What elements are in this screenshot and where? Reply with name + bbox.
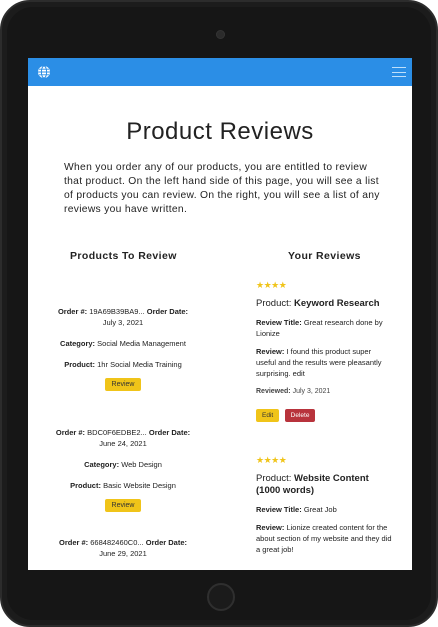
category-value: Social Media Management	[97, 339, 186, 348]
screen: Product Reviews When you order any of ou…	[28, 58, 412, 570]
order-number: 19A69B39BA9...	[89, 307, 145, 316]
camera-icon	[216, 30, 225, 39]
review-title-label: Review Title:	[256, 318, 302, 327]
order-number-label: Order #:	[55, 428, 86, 437]
star-rating: ★★★★	[256, 455, 287, 465]
navbar	[28, 58, 412, 86]
order-number-label: Order #:	[58, 538, 89, 547]
edit-button[interactable]: Edit	[256, 409, 280, 422]
product-label: Product:	[70, 481, 101, 490]
order-card: Order #: 19A69B39BA9... Order Date: July…	[48, 306, 198, 391]
product-label: Product:	[64, 360, 96, 369]
review-title-label: Review Title:	[256, 505, 302, 514]
order-date: June 29, 2021	[99, 549, 147, 558]
review-body-label: Review:	[256, 347, 285, 356]
order-number: BDC0F6EDBE2...	[87, 428, 147, 437]
order-number-label: Order #:	[57, 307, 88, 316]
order-number: 668482460C0...	[90, 538, 144, 547]
tablet-frame: Product Reviews When you order any of ou…	[0, 0, 438, 627]
delete-button[interactable]: Delete	[284, 409, 316, 422]
review-body-label: Review:	[256, 523, 285, 532]
review-product-label: Product:	[256, 298, 292, 309]
page-title: Product Reviews	[126, 118, 314, 145]
review-product-name: Keyword Research	[294, 298, 380, 309]
intro-text: When you order any of our products, you …	[64, 162, 380, 215]
order-card: Order #: BDC0F6EDBE2... Order Date: June…	[48, 427, 198, 512]
order-date-label: Order Date:	[148, 428, 191, 437]
review-card: ★★★★ Product: Website Content (1000 word…	[256, 455, 392, 555]
order-date: July 3, 2021	[102, 318, 144, 327]
order-date-label: Order Date:	[145, 538, 188, 547]
star-rating: ★★★★	[256, 280, 287, 290]
globe-icon[interactable]	[37, 65, 51, 79]
order-date-label: Order Date:	[146, 307, 189, 316]
reviewed-label: Reviewed:	[256, 388, 291, 395]
hamburger-menu-icon[interactable]	[392, 65, 406, 79]
review-button[interactable]: Review	[104, 499, 142, 512]
review-title: Great Job	[303, 505, 337, 514]
review-button[interactable]: Review	[104, 378, 142, 391]
review-card: ★★★★ Product: Keyword Research Review Ti…	[256, 280, 392, 422]
order-card: Order #: 668482460C0... Order Date: June…	[48, 537, 198, 559]
review-product-label: Product:	[256, 473, 292, 484]
home-button[interactable]	[207, 583, 235, 611]
product-value: Basic Website Design	[103, 481, 176, 490]
product-value: 1hr Social Media Training	[97, 360, 182, 369]
your-reviews-heading: Your Reviews	[288, 250, 361, 262]
products-to-review-heading: Products To Review	[70, 250, 177, 262]
category-value: Web Design	[121, 460, 162, 469]
category-label: Category:	[84, 460, 120, 469]
order-date: June 24, 2021	[99, 439, 147, 448]
category-label: Category:	[60, 339, 96, 348]
reviewed-date: July 3, 2021	[292, 388, 331, 395]
